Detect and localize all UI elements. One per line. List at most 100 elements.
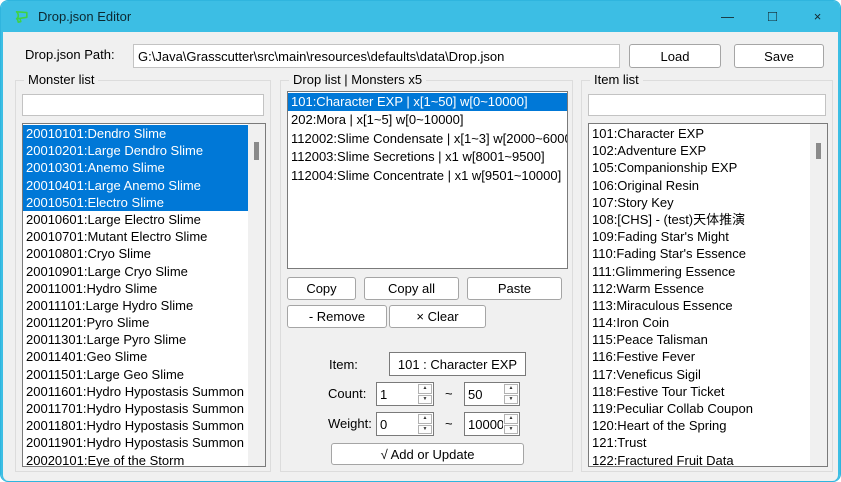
list-item[interactable]: 101:Character EXP	[589, 125, 810, 142]
spin-up-icon[interactable]: ▲	[504, 414, 518, 424]
list-item[interactable]: 120:Heart of the Spring	[589, 417, 810, 434]
weight-tilde: ~	[445, 416, 453, 431]
list-item[interactable]: 20010701:Mutant Electro Slime	[23, 228, 248, 245]
list-item[interactable]: 111:Glimmering Essence	[589, 263, 810, 280]
copy-button[interactable]: Copy	[287, 277, 356, 300]
list-item[interactable]: 109:Fading Star's Might	[589, 228, 810, 245]
list-item[interactable]: 122:Fractured Fruit Data	[589, 452, 810, 466]
count-max-value[interactable]: 50	[465, 383, 503, 405]
list-item[interactable]: 119:Peculiar Collab Coupon	[589, 400, 810, 417]
list-item[interactable]: 115:Peace Talisman	[589, 331, 810, 348]
count-max-stepper[interactable]: 50 ▲ ▼	[464, 382, 520, 406]
list-item[interactable]: 20010801:Cryo Slime	[23, 245, 248, 262]
list-item[interactable]: 20011501:Large Geo Slime	[23, 366, 248, 383]
title-bar: Drop.json Editor — □ ×	[1, 1, 840, 32]
spin-up-icon[interactable]: ▲	[418, 384, 432, 394]
list-item[interactable]: 20010301:Anemo Slime	[23, 159, 248, 176]
list-item[interactable]: 107:Story Key	[589, 194, 810, 211]
list-item[interactable]: 20010901:Large Cryo Slime	[23, 263, 248, 280]
count-min-value[interactable]: 1	[377, 383, 417, 405]
weight-max-value[interactable]: 10000	[465, 413, 503, 435]
item-field[interactable]: 101 : Character EXP	[389, 352, 526, 376]
count-label: Count:	[328, 386, 366, 401]
scrollbar-thumb[interactable]	[254, 142, 259, 160]
monster-list-panel: Monster list 20010101:Dendro Slime200102…	[15, 80, 271, 472]
window-content: Drop.json Path: Load Save Monster list 2…	[1, 32, 840, 482]
drop-list-title: Drop list | Monsters x5	[289, 72, 426, 87]
list-item[interactable]: 121:Trust	[589, 434, 810, 451]
weight-max-stepper[interactable]: 10000 ▲ ▼	[464, 412, 520, 436]
list-item[interactable]: 101:Character EXP | x[1~50] w[0~10000]	[288, 93, 567, 111]
list-item[interactable]: 202:Mora | x[1~5] w[0~10000]	[288, 111, 567, 129]
list-item[interactable]: 20011301:Large Pyro Slime	[23, 331, 248, 348]
spin-up-icon[interactable]: ▲	[504, 384, 518, 394]
list-item[interactable]: 20011701:Hydro Hypostasis Summon	[23, 400, 248, 417]
list-item[interactable]: 106:Original Resin	[589, 177, 810, 194]
item-list: 101:Character EXP102:Adventure EXP105:Co…	[589, 124, 810, 466]
list-item[interactable]: 118:Festive Tour Ticket	[589, 383, 810, 400]
monster-list-scrollbar[interactable]	[248, 124, 265, 466]
window-title: Drop.json Editor	[38, 9, 131, 24]
path-input[interactable]	[133, 44, 620, 68]
list-item[interactable]: 112003:Slime Secretions | x1 w[8001~9500…	[288, 148, 567, 166]
list-item[interactable]: 20020101:Eye of the Storm	[23, 452, 248, 466]
path-label: Drop.json Path:	[25, 47, 115, 62]
add-or-update-button[interactable]: √ Add or Update	[331, 443, 524, 465]
clear-button[interactable]: × Clear	[389, 305, 486, 328]
monster-list: 20010101:Dendro Slime20010201:Large Dend…	[23, 124, 248, 466]
item-list-scrollbar[interactable]	[810, 124, 827, 466]
list-item[interactable]: 20010601:Large Electro Slime	[23, 211, 248, 228]
list-item[interactable]: 113:Miraculous Essence	[589, 297, 810, 314]
minimize-icon[interactable]: —	[705, 1, 750, 32]
list-item[interactable]: 20011601:Hydro Hypostasis Summon	[23, 383, 248, 400]
list-item[interactable]: 102:Adventure EXP	[589, 142, 810, 159]
weight-min-stepper[interactable]: 0 ▲ ▼	[376, 412, 434, 436]
save-button[interactable]: Save	[734, 44, 824, 68]
drop-listbox: 101:Character EXP | x[1~50] w[0~10000]20…	[287, 91, 568, 269]
count-tilde: ~	[445, 386, 453, 401]
drop-list: 101:Character EXP | x[1~50] w[0~10000]20…	[288, 92, 567, 268]
list-item[interactable]: 108:[CHS] - (test)天体推演	[589, 211, 810, 228]
list-item[interactable]: 20011101:Large Hydro Slime	[23, 297, 248, 314]
maximize-icon[interactable]: □	[750, 1, 795, 32]
load-button[interactable]: Load	[629, 44, 721, 68]
monster-search-input[interactable]	[22, 94, 264, 116]
scrollbar-thumb[interactable]	[816, 143, 821, 159]
list-item[interactable]: 116:Festive Fever	[589, 348, 810, 365]
monster-list-title: Monster list	[24, 72, 98, 87]
list-item[interactable]: 112002:Slime Condensate | x[1~3] w[2000~…	[288, 130, 567, 148]
count-min-stepper[interactable]: 1 ▲ ▼	[376, 382, 434, 406]
list-item[interactable]: 20011801:Hydro Hypostasis Summon	[23, 417, 248, 434]
list-item[interactable]: 20010201:Large Dendro Slime	[23, 142, 248, 159]
item-list-panel: Item list 101:Character EXP102:Adventure…	[581, 80, 833, 472]
copy-all-button[interactable]: Copy all	[364, 277, 459, 300]
megaphone-icon	[11, 7, 30, 26]
spin-down-icon[interactable]: ▼	[504, 395, 518, 405]
list-item[interactable]: 112004:Slime Concentrate | x1 w[9501~100…	[288, 167, 567, 185]
spin-down-icon[interactable]: ▼	[418, 395, 432, 405]
weight-label: Weight:	[328, 416, 372, 431]
spin-up-icon[interactable]: ▲	[418, 414, 432, 424]
list-item[interactable]: 105:Companionship EXP	[589, 159, 810, 176]
list-item[interactable]: 20010501:Electro Slime	[23, 194, 248, 211]
list-item[interactable]: 110:Fading Star's Essence	[589, 245, 810, 262]
list-item[interactable]: 20011901:Hydro Hypostasis Summon	[23, 434, 248, 451]
list-item[interactable]: 20011201:Pyro Slime	[23, 314, 248, 331]
weight-min-value[interactable]: 0	[377, 413, 417, 435]
item-search-input[interactable]	[588, 94, 826, 116]
list-item[interactable]: 117:Veneficus Sigil	[589, 366, 810, 383]
window-controls: — □ ×	[705, 1, 840, 32]
list-item[interactable]: 112:Warm Essence	[589, 280, 810, 297]
paste-button[interactable]: Paste	[467, 277, 562, 300]
monster-listbox: 20010101:Dendro Slime20010201:Large Dend…	[22, 123, 266, 467]
spin-down-icon[interactable]: ▼	[504, 425, 518, 435]
remove-button[interactable]: - Remove	[287, 305, 387, 328]
spin-down-icon[interactable]: ▼	[418, 425, 432, 435]
list-item[interactable]: 20010101:Dendro Slime	[23, 125, 248, 142]
item-listbox: 101:Character EXP102:Adventure EXP105:Co…	[588, 123, 828, 467]
list-item[interactable]: 20010401:Large Anemo Slime	[23, 177, 248, 194]
close-icon[interactable]: ×	[795, 1, 840, 32]
list-item[interactable]: 114:Iron Coin	[589, 314, 810, 331]
list-item[interactable]: 20011401:Geo Slime	[23, 348, 248, 365]
list-item[interactable]: 20011001:Hydro Slime	[23, 280, 248, 297]
